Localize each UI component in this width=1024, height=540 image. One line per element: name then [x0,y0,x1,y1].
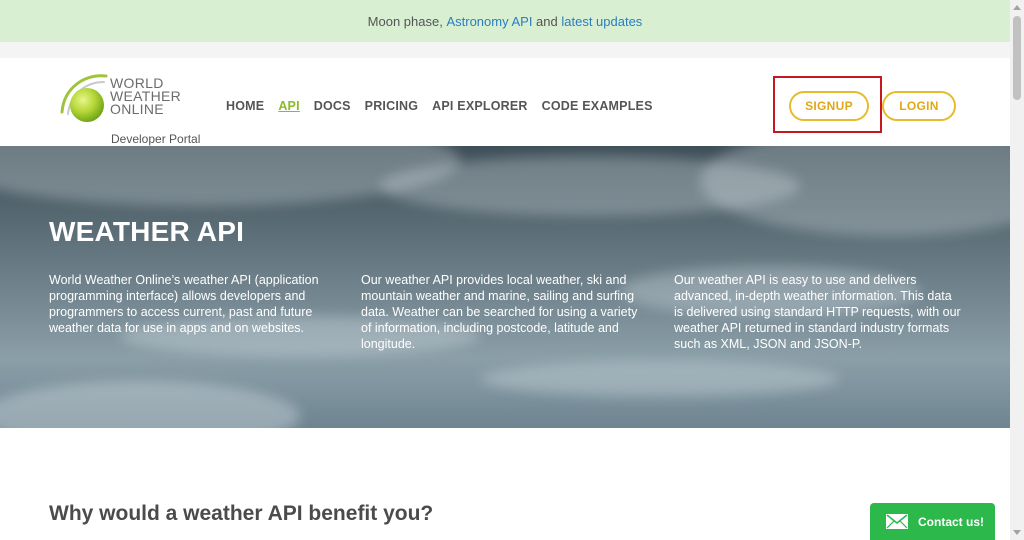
signup-button[interactable]: SIGNUP [789,91,869,121]
hero-banner: WEATHER API World Weather Online’s weath… [0,146,1010,428]
nav-api-explorer[interactable]: API EXPLORER [432,99,527,113]
announcement-middle: and [532,13,562,29]
hero-title: WEATHER API [49,216,245,247]
hero-column-1: World Weather Online’s weather API (appl… [49,273,319,335]
logo-wordmark: WORLD WEATHER ONLINE [110,76,181,117]
main-nav: HOME API DOCS PRICING API EXPLORER CODE … [226,99,667,113]
scroll-down-icon[interactable] [1010,526,1024,540]
section-heading: Why would a weather API benefit you? [49,502,434,525]
vertical-scrollbar[interactable] [1010,0,1024,540]
site-header: WORLD WEATHER ONLINE Developer Portal HO… [0,58,1010,146]
mail-icon [886,514,908,529]
nav-docs[interactable]: DOCS [314,99,351,113]
nav-api[interactable]: API [278,99,299,113]
contact-us-label: Contact us! [918,514,984,529]
globe-icon [70,88,104,122]
hero-column-3: Our weather API is easy to use and deliv… [674,273,961,351]
cloud-shape [700,146,1010,236]
cloud-shape [480,361,840,397]
page: Moon phase, Astronomy API and latest upd… [0,0,1010,540]
nav-home[interactable]: HOME [226,99,264,113]
logo[interactable]: WORLD WEATHER ONLINE Developer Portal [58,68,218,146]
scroll-up-icon[interactable] [1010,0,1024,14]
announcement-prefix: Moon phase, [367,13,447,29]
scrollbar-thumb[interactable] [1013,16,1021,100]
logo-subtitle: Developer Portal [111,132,201,146]
login-button[interactable]: LOGIN [882,91,956,121]
latest-updates-link[interactable]: latest updates [561,14,642,29]
contact-us-button[interactable]: Contact us! [870,503,995,540]
header-spacer [0,42,1010,58]
logo-line-3: ONLINE [110,101,164,117]
cloud-shape [0,381,300,428]
nav-pricing[interactable]: PRICING [365,99,419,113]
hero-column-2: Our weather API provides local weather, … [361,273,638,351]
announcement-bar: Moon phase, Astronomy API and latest upd… [0,0,1010,42]
nav-code-examples[interactable]: CODE EXAMPLES [542,99,653,113]
astronomy-api-link[interactable]: Astronomy API [446,14,532,29]
